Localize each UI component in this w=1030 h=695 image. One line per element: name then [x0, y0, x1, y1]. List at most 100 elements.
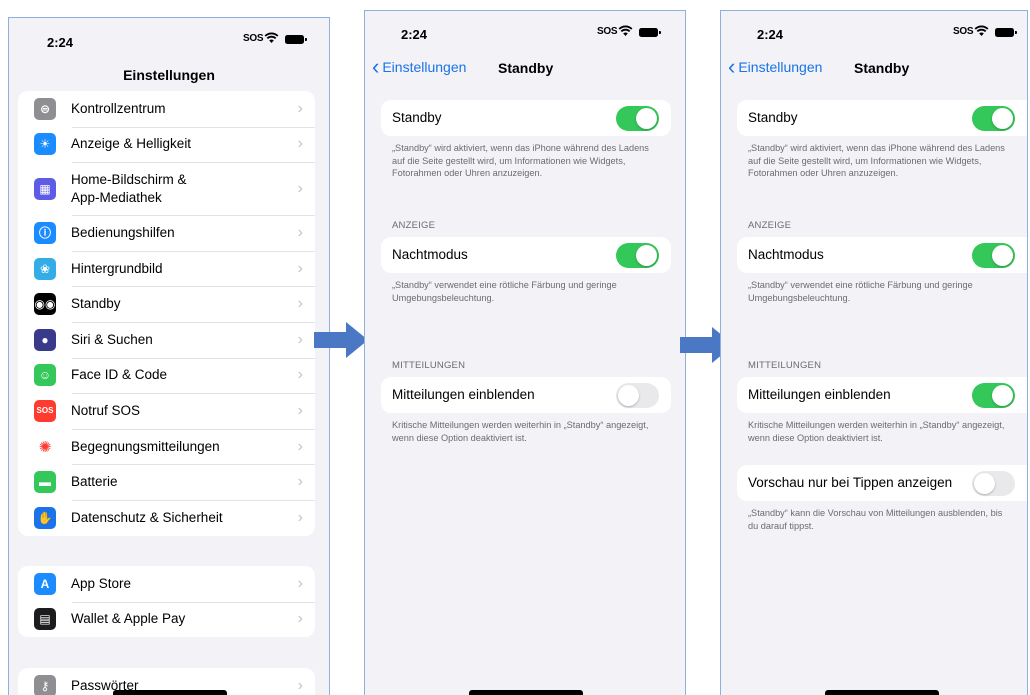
sos-icon: SOS [34, 399, 56, 422]
settings-row-label: Wallet & Apple Pay [71, 611, 186, 627]
status-bar: 2:24 SOS [365, 11, 685, 51]
mitteilungen-toggle[interactable] [616, 383, 659, 408]
settings-row[interactable]: ▬ Batterie › [18, 464, 315, 500]
page-title: Standby [854, 60, 910, 76]
settings-row-label: Batterie [71, 474, 118, 490]
wifi-icon [618, 25, 633, 39]
nachtmodus-toggle[interactable] [616, 243, 659, 268]
settings-row[interactable]: ⓘ Bedienungshilfen › [18, 215, 315, 251]
settings-row[interactable]: ⊜ Kontrollzentrum › [18, 91, 315, 127]
status-bar: 2:24 SOS [9, 18, 329, 58]
flower-icon: ❀ [34, 257, 56, 280]
settings-row-label: Notruf SOS [71, 402, 141, 418]
standby-icon: ◉◉ [34, 293, 56, 316]
settings-screen: 2:24 SOS Einstellungen ⊜ Kontrollzentrum ›… [8, 17, 330, 695]
battery-icon: ▬ [34, 471, 56, 494]
home-indicator [113, 690, 227, 695]
back-label: Einstellungen [738, 59, 823, 75]
vorschau-toggle[interactable] [972, 471, 1015, 496]
settings-row-label: App Store [71, 575, 132, 591]
section-header-mitteilungen: MITTEILUNGEN [748, 360, 822, 371]
settings-row[interactable]: A App Store › [18, 566, 315, 602]
standby-toggle[interactable] [616, 106, 659, 131]
chevron-right-icon: › [297, 135, 303, 153]
mitteilungen-toggle[interactable] [972, 383, 1015, 408]
grid-icon: ▦ [34, 177, 56, 200]
section-header-anzeige: ANZEIGE [748, 220, 792, 231]
battery-icon [639, 28, 661, 37]
sos-indicator: SOS [243, 33, 264, 44]
nachtmodus-toggle[interactable] [972, 243, 1015, 268]
chevron-right-icon: › [297, 223, 303, 241]
appstore-icon: A [34, 572, 56, 595]
chevron-right-icon: › [297, 437, 303, 455]
settings-row[interactable]: ▤ Wallet & Apple Pay › [18, 601, 315, 638]
settings-row[interactable]: ▦ Home-Bildschirm & App-Mediathek › [18, 162, 315, 215]
mitteilungen-row: Mitteilungen einblenden [381, 377, 671, 413]
page-title: Einstellungen [123, 67, 215, 83]
sos-indicator: SOS [597, 26, 618, 37]
chevron-right-icon: › [297, 259, 303, 277]
wifi-icon [264, 32, 279, 46]
chevron-right-icon: › [297, 610, 303, 628]
standby-label: Standby [748, 110, 798, 125]
settings-row-label: Face ID & Code [71, 367, 168, 383]
status-time: 2:24 [47, 35, 74, 50]
mitteilungen-label: Mitteilungen einblenden [748, 387, 891, 402]
chevron-right-icon: › [297, 676, 303, 694]
sun-icon: ☀ [34, 133, 56, 156]
sos-indicator: SOS [953, 26, 974, 37]
standby-row: Standby [737, 100, 1027, 136]
settings-row[interactable]: ☺ Face ID & Code › [18, 357, 315, 394]
hand-icon: ✋ [34, 506, 56, 529]
page-title: Standby [498, 60, 554, 76]
settings-row-label: Siri & Suchen [71, 331, 153, 347]
mitteilungen-row: Mitteilungen einblenden [737, 377, 1027, 413]
settings-row[interactable]: ◉◉ Standby › [18, 286, 315, 322]
chevron-right-icon: › [297, 99, 303, 117]
settings-row[interactable]: ● Siri & Suchen › [18, 321, 315, 358]
nachtmodus-note: „Standby“ verwendet eine rötliche Färbun… [392, 280, 617, 303]
standby-screen-before: 2:24 SOS ‹ Einstellungen Standby Standby… [364, 10, 686, 695]
settings-row-label: Datenschutz & Sicherheit [71, 509, 223, 525]
standby-label: Standby [392, 110, 442, 125]
settings-row[interactable]: ❀ Hintergrundbild › [18, 250, 315, 287]
nachtmodus-row: Nachtmodus [737, 237, 1027, 273]
switches-icon: ⊜ [34, 97, 56, 120]
nachtmodus-label: Nachtmodus [392, 247, 468, 262]
exposure-icon: ✺ [34, 435, 56, 458]
home-indicator [825, 690, 939, 695]
status-time: 2:24 [757, 27, 784, 42]
settings-row[interactable]: ☀ Anzeige & Helligkeit › [18, 126, 315, 163]
settings-row[interactable]: ✋ Datenschutz & Sicherheit › [18, 499, 315, 536]
chevron-right-icon: › [297, 295, 303, 313]
back-button[interactable]: ‹ Einstellungen [728, 56, 823, 78]
vorschau-row: Vorschau nur bei Tippen anzeigen [737, 465, 1027, 501]
chevron-right-icon: › [297, 401, 303, 419]
chevron-right-icon: › [297, 473, 303, 491]
standby-toggle[interactable] [972, 106, 1015, 131]
chevron-right-icon: › [297, 366, 303, 384]
chevron-left-icon: ‹ [372, 54, 380, 79]
status-time: 2:24 [401, 27, 428, 42]
back-button[interactable]: ‹ Einstellungen [372, 54, 466, 79]
siri-icon: ● [34, 328, 56, 351]
settings-row[interactable]: SOS Notruf SOS › [18, 393, 315, 429]
key-icon: ⚷ [34, 674, 56, 695]
settings-group-store: A App Store › ▤ Wallet & Apple Pay › [18, 566, 315, 638]
chevron-right-icon: › [297, 179, 303, 197]
nachtmodus-label: Nachtmodus [748, 247, 824, 262]
chevron-right-icon: › [297, 508, 303, 526]
wallet-icon: ▤ [34, 608, 56, 631]
section-header-anzeige: ANZEIGE [392, 220, 436, 231]
settings-row-label: Home-Bildschirm & App-Mediathek [71, 171, 187, 205]
arrow-right-icon [314, 322, 368, 358]
settings-row-label: Anzeige & Helligkeit [71, 136, 192, 152]
settings-row[interactable]: ✺ Begegnungsmitteilungen › [18, 428, 315, 465]
nachtmodus-note: „Standby“ verwendet eine rötliche Färbun… [748, 280, 973, 303]
settings-row-label: Kontrollzentrum [71, 100, 166, 116]
mitteilungen-label: Mitteilungen einblenden [392, 387, 535, 402]
accessibility-icon: ⓘ [34, 221, 56, 244]
chevron-right-icon: › [297, 574, 303, 592]
settings-row-label: Bedienungshilfen [71, 224, 175, 240]
